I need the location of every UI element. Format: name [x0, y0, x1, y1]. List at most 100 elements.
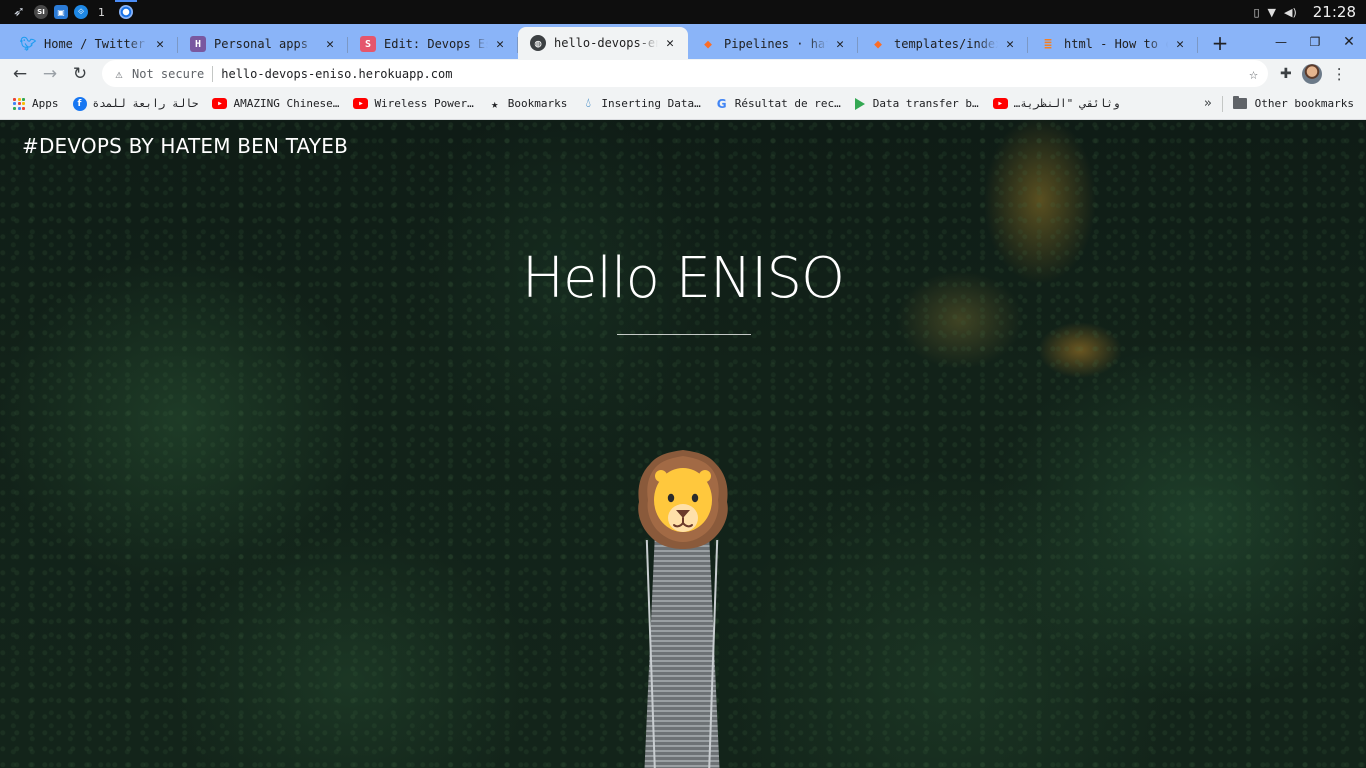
gitlab-icon: ◆ — [874, 36, 882, 52]
battery-icon[interactable]: ▯ — [1253, 6, 1259, 19]
sl-app-icon[interactable]: SI — [34, 5, 48, 19]
gitlab-icon: ◆ — [704, 36, 712, 52]
tab-title: Home / Twitter — [44, 37, 146, 51]
bookmark-label: وثائقي "النظرية… — [1013, 97, 1120, 110]
os-system-tray: ▯ ▼ ◀) 21:28 — [1253, 3, 1366, 21]
bookmarks-bar: Apps f حالة رابعة للمدة ▶ AMAZING Chines… — [0, 88, 1366, 120]
close-icon[interactable]: ✕ — [492, 36, 508, 52]
security-label[interactable]: Not secure — [132, 67, 204, 81]
restore-icon: ❐ — [1309, 34, 1321, 49]
close-icon[interactable]: ✕ — [1002, 36, 1018, 52]
bookmark-google-play[interactable]: Data transfer b… — [854, 97, 979, 110]
bookmark-star-icon[interactable]: ☆ — [1249, 65, 1258, 83]
web-page-content: #DEVOPS BY HATEM BEN TAYEB Hello ENISO — [0, 120, 1366, 768]
address-bar[interactable]: ⚠ Not secure hello-devops-eniso.herokuap… — [102, 60, 1268, 87]
restore-button[interactable]: ❐ — [1298, 28, 1332, 56]
minimize-icon: — — [1275, 34, 1287, 49]
reload-button[interactable]: ↻ — [66, 60, 94, 88]
tab-title: Edit: Devops Esse — [384, 37, 488, 51]
tab-title: templates/index.h — [894, 37, 998, 51]
back-button[interactable]: ← — [6, 60, 34, 88]
volume-icon[interactable]: ◀) — [1284, 6, 1297, 19]
close-icon[interactable]: ✕ — [662, 35, 678, 51]
bookmarks-divider — [1221, 95, 1223, 112]
twitter-icon: 🐦︎ — [19, 36, 37, 52]
chrome-taskbar-item[interactable] — [115, 0, 137, 24]
tab-twitter[interactable]: 🐦︎ Home / Twitter ✕ — [8, 29, 178, 59]
wifi-icon[interactable]: ▼ — [1268, 6, 1276, 19]
os-top-panel: ➶ SI ▣ ⟐ 1 ▯ ▼ ◀) 21:28 — [0, 0, 1366, 24]
s-app-icon: S — [360, 36, 376, 52]
bookmark-label: Inserting Data… — [601, 97, 701, 110]
tab-heroku-apps[interactable]: H Personal apps | H ✕ — [178, 29, 348, 59]
bookmark-label: Apps — [32, 97, 59, 110]
vscode-icon[interactable]: ⟐ — [74, 5, 88, 19]
apps-grid-icon — [12, 97, 26, 111]
close-icon[interactable]: ✕ — [832, 36, 848, 52]
clock[interactable]: 21:28 — [1313, 3, 1356, 21]
rocket-icon[interactable]: ➶ — [10, 4, 28, 20]
tab-title: Personal apps | H — [214, 37, 318, 51]
hero-divider — [617, 334, 751, 335]
tab-stackoverflow[interactable]: ≣ html - How to cen ✕ — [1028, 29, 1198, 59]
new-tab-button[interactable]: + — [1206, 29, 1234, 57]
bookmark-label: حالة رابعة للمدة — [92, 97, 199, 110]
tab-gitlab-pipelines[interactable]: ◆ Pipelines · hatem ✕ — [688, 29, 858, 59]
youtube-icon: ▶ — [992, 98, 1008, 109]
bookmark-label: AMAZING Chinese… — [233, 97, 340, 110]
close-icon[interactable]: ✕ — [1172, 36, 1188, 52]
bookmark-google[interactable]: G Résultat de rec… — [715, 97, 841, 111]
hero-title: Hello ENISO — [521, 246, 845, 311]
google-play-icon — [854, 97, 865, 110]
reload-icon: ↻ — [72, 63, 88, 84]
warning-icon[interactable]: ⚠ — [112, 67, 126, 81]
bookmark-apps[interactable]: Apps — [12, 97, 59, 111]
other-bookmarks-label: Other bookmarks — [1254, 97, 1354, 110]
tab-title: hello-devops-enis — [554, 36, 658, 50]
tab-hello-devops-active[interactable]: ◍ hello-devops-enis ✕ — [518, 27, 688, 59]
bookmark-drupal[interactable]: 💧︎ Inserting Data… — [581, 96, 701, 111]
other-bookmarks-folder[interactable]: Other bookmarks — [1232, 96, 1354, 110]
youtube-icon: ▶ — [353, 98, 369, 109]
workspace-number[interactable]: 1 — [94, 6, 109, 19]
bookmark-label: Data transfer b… — [872, 97, 979, 110]
bookmark-label: Bookmarks — [507, 97, 568, 110]
youtube-icon: ▶ — [212, 98, 228, 109]
folder-icon — [1232, 96, 1247, 109]
omnibox-divider — [212, 65, 214, 82]
globe-icon: ◍ — [530, 35, 546, 51]
browser-toolbar: ← → ↻ ⚠ Not secure hello-devops-eniso.he… — [0, 59, 1366, 88]
bookmark-facebook[interactable]: f حالة رابعة للمدة — [72, 96, 199, 111]
bookmarks-overflow-button[interactable]: » — [1204, 96, 1212, 111]
tab-title: Pipelines · hatem — [724, 37, 828, 51]
close-window-button[interactable]: ✕ — [1332, 28, 1366, 56]
bookmark-youtube-chinese[interactable]: ▶ AMAZING Chinese… — [212, 97, 339, 110]
site-brand[interactable]: #DEVOPS BY HATEM BEN TAYEB — [22, 134, 348, 158]
facebook-icon: f — [72, 96, 87, 111]
os-launcher-area: ➶ SI ▣ ⟐ 1 — [0, 0, 137, 24]
chrome-icon — [119, 5, 133, 19]
plus-icon: + — [1211, 31, 1229, 55]
kebab-menu-icon[interactable]: ⋮ — [1332, 65, 1347, 83]
tab-gitlab-templates[interactable]: ◆ templates/index.h ✕ — [858, 29, 1028, 59]
stackoverflow-icon: ≣ — [1044, 36, 1052, 52]
url-text[interactable]: hello-devops-eniso.herokuapp.com — [221, 67, 1249, 81]
google-icon: G — [716, 96, 727, 111]
window-controls: — ❐ ✕ — [1264, 24, 1366, 59]
tab-edit-devops[interactable]: S Edit: Devops Esse ✕ — [348, 29, 518, 59]
extensions-puzzle-icon[interactable]: ✚ — [1280, 66, 1292, 82]
close-icon[interactable]: ✕ — [152, 36, 168, 52]
tab-title: html - How to cen — [1064, 37, 1168, 51]
close-icon[interactable]: ✕ — [322, 36, 338, 52]
profile-avatar[interactable] — [1301, 63, 1322, 84]
close-icon: ✕ — [1343, 33, 1355, 50]
toolbar-actions: ✚ ⋮ — [1280, 63, 1347, 84]
bookmark-youtube-documentary[interactable]: ▶ وثائقي "النظرية… — [992, 97, 1120, 110]
minimize-button[interactable]: — — [1264, 28, 1298, 56]
bookmark-label: Wireless Power… — [374, 97, 474, 110]
image-viewer-icon[interactable]: ▣ — [54, 5, 68, 19]
bookmark-bookmarks[interactable]: ★ Bookmarks — [488, 97, 568, 111]
arrow-right-icon: → — [42, 63, 58, 84]
bookmark-youtube-wireless[interactable]: ▶ Wireless Power… — [353, 97, 474, 110]
forward-button[interactable]: → — [36, 60, 64, 88]
